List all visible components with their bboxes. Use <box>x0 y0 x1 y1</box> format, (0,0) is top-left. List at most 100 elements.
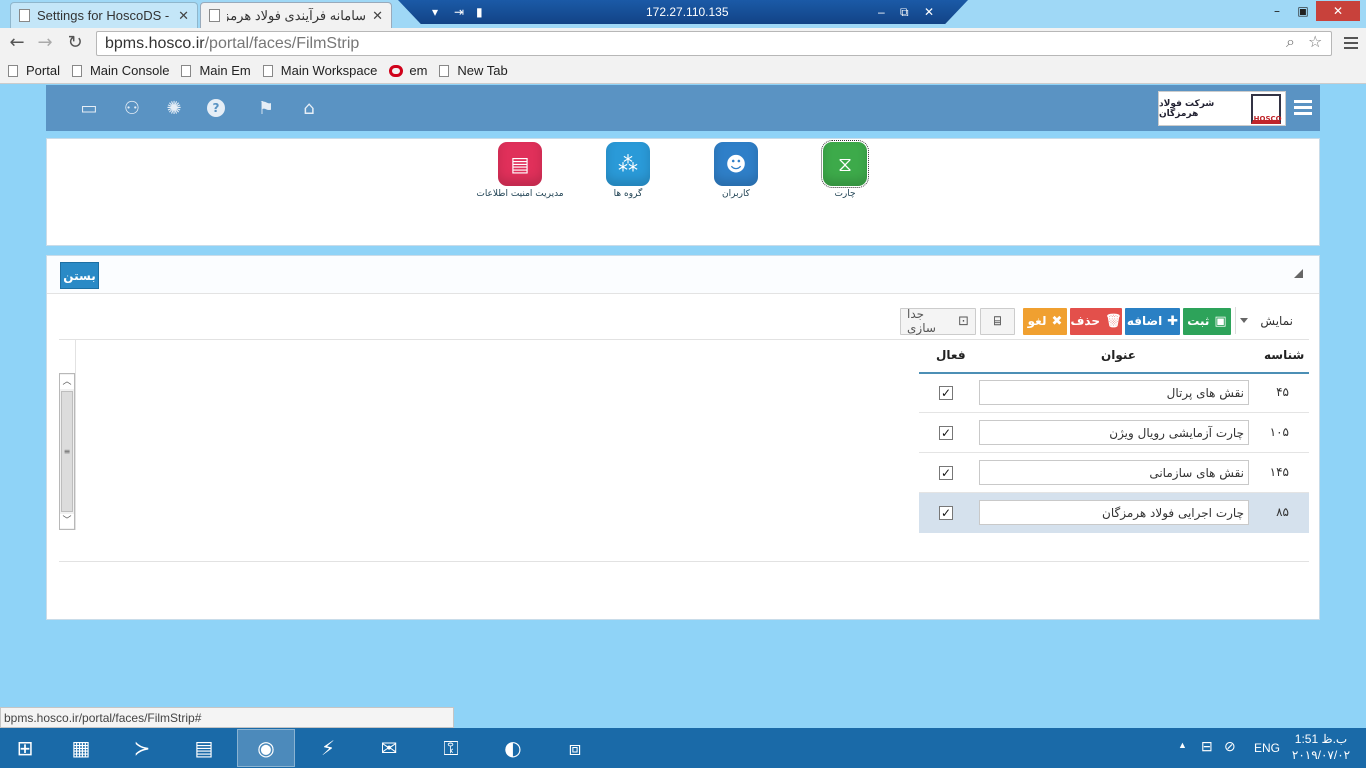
reload-icon[interactable]: ↻ <box>64 32 86 54</box>
title-input[interactable]: چارت آزمایشی رویال ویژن <box>979 420 1249 445</box>
column-header-title[interactable]: عنوان <box>1101 348 1136 362</box>
bookmark-label: em <box>409 63 428 78</box>
bookmark-main-em[interactable]: Main Em <box>181 63 251 78</box>
page-icon <box>19 9 30 22</box>
rd-restore-icon[interactable]: ⧉ <box>900 5 909 20</box>
scroll-thumb[interactable]: ≡ <box>61 391 73 512</box>
column-header-id[interactable]: شناسه <box>1264 348 1304 362</box>
oracle-app-icon[interactable]: ◐ <box>484 729 542 767</box>
org-chart-icon: ⧖ <box>821 140 869 188</box>
windows-start-icon[interactable]: ⊞ <box>0 729 50 767</box>
server-manager-icon[interactable]: ▦ <box>52 729 110 767</box>
detach-button[interactable]: جدا سازی ⊡ <box>900 307 976 335</box>
active-checkbox[interactable]: ✓ <box>939 506 953 520</box>
query-filter-button[interactable]: ⌸ <box>980 307 1015 335</box>
bookmark-label: Portal <box>26 63 60 78</box>
volume-muted-icon[interactable]: ⊘ <box>1224 738 1236 768</box>
table-row[interactable]: ✓ نقش های سازمانی ۱۴۵ <box>919 453 1309 493</box>
close-button[interactable]: بستن <box>60 262 99 289</box>
forward-icon[interactable]: → <box>34 32 56 54</box>
lock-tool-icon[interactable]: ⚿ <box>422 729 480 767</box>
scroll-up-icon[interactable]: ︿ <box>60 375 74 389</box>
app-filmstrip: ⧖ چارت ☻ کاربران ⁂ گروه ها ▤ مدیریت امنی… <box>46 138 1320 246</box>
bookmark-portal[interactable]: Portal <box>8 63 60 78</box>
settings-icon[interactable]: ✺ <box>161 95 187 121</box>
scroll-down-icon[interactable]: ﹀ <box>60 514 74 528</box>
app-label: چارت <box>834 189 856 199</box>
chrome-menu-icon[interactable] <box>1344 34 1358 52</box>
table-row[interactable]: ✓ چارت آزمایشی رویال ویژن ۱۰۵ <box>919 413 1309 453</box>
table-row[interactable]: ✓ نقش های پرتال ۴۵ <box>919 373 1309 413</box>
network-tool-icon[interactable]: ⚡ <box>299 729 357 767</box>
active-checkbox[interactable]: ✓ <box>939 386 953 400</box>
close-icon: ✖ <box>1051 313 1063 329</box>
app-groups[interactable]: ⁂ گروه ها <box>578 142 678 199</box>
active-checkbox[interactable]: ✓ <box>939 426 953 440</box>
flag-icon[interactable]: ⚑ <box>253 95 279 121</box>
detach-label: جدا سازی <box>907 307 936 335</box>
table-row-selected[interactable]: ✓ چارت اجرایی فولاد هرمزگان ۸۵ <box>919 493 1309 533</box>
vertical-scrollbar[interactable]: ︿ ≡ ﹀ <box>59 373 75 530</box>
hamburger-menu-icon[interactable] <box>1294 100 1312 118</box>
clock[interactable]: ب.ظ 1:51 ۲۰۱۹/۰۷/۰۲ <box>1290 732 1352 768</box>
app-chart[interactable]: ⧖ چارت <box>795 140 895 199</box>
company-logo[interactable]: شرکت فولاد هرمزگان HOSCO <box>1158 91 1286 126</box>
bookmark-main-console[interactable]: Main Console <box>71 63 169 78</box>
help-icon[interactable]: ? <box>203 95 229 121</box>
delete-button[interactable]: حذف 🗑 <box>1070 307 1122 335</box>
zoom-icon[interactable]: ⌕ <box>1286 32 1295 52</box>
grid-left-border <box>75 340 76 530</box>
row-id: ۴۵ <box>1276 385 1289 399</box>
file-explorer-icon[interactable]: ▤ <box>175 729 233 767</box>
bookmark-star-icon[interactable]: ☆ <box>1308 32 1322 51</box>
show-hidden-icons[interactable]: ▲ <box>1178 740 1187 768</box>
close-window-icon[interactable]: ✕ <box>1316 1 1360 21</box>
connection-icon: ⇥ <box>454 5 465 19</box>
close-tab-icon[interactable]: ✕ <box>372 8 383 24</box>
tab-settings[interactable]: Settings for HoscoDS - Ro ✕ <box>10 2 198 28</box>
bookmark-em[interactable]: em <box>389 63 427 78</box>
pin-icon[interactable]: ▾ <box>432 5 438 19</box>
keyboard-icon[interactable]: ▭ <box>76 95 102 121</box>
address-bar[interactable]: bpms.hosco.ir/portal/faces/FilmStrip <box>96 31 1332 56</box>
add-button[interactable]: اضافه ✚ <box>1125 307 1180 335</box>
tab-bpms[interactable]: سامانه فرآیندی فولاد هرمزگان ✕ <box>200 2 392 28</box>
panel-header: بستن <box>47 256 1319 294</box>
title-input[interactable]: نقش های پرتال <box>979 380 1249 405</box>
app-security[interactable]: ▤ مدیریت امنیت اطلاعات <box>470 142 570 199</box>
bookmarks-bar: Portal Main Console Main Em Main Workspa… <box>0 58 1366 84</box>
filter-icon: ⌸ <box>993 313 1002 328</box>
title-input[interactable]: نقش های سازمانی <box>979 460 1249 485</box>
title-input[interactable]: چارت اجرایی فولاد هرمزگان <box>979 500 1249 525</box>
close-tab-icon[interactable]: ✕ <box>178 8 189 24</box>
network-status-icon[interactable]: ⊟ <box>1201 738 1213 768</box>
chevron-down-icon[interactable] <box>1240 318 1248 323</box>
active-checkbox[interactable]: ✓ <box>939 466 953 480</box>
thunderbird-icon[interactable]: ✉ <box>360 729 418 767</box>
app-label: گروه ها <box>613 189 643 199</box>
view-menu[interactable]: نمایش <box>1260 314 1293 328</box>
page-icon <box>71 64 82 77</box>
column-header-active[interactable]: فعال <box>936 348 966 362</box>
bookmark-label: New Tab <box>457 63 508 78</box>
home-icon[interactable]: ⌂ <box>296 95 322 121</box>
bookmark-main-workspace[interactable]: Main Workspace <box>262 63 377 78</box>
powershell-icon[interactable]: ≻ <box>113 729 171 767</box>
oracle-icon <box>389 64 404 77</box>
users-door-icon[interactable]: ⚇ <box>119 95 145 121</box>
collapse-icon[interactable] <box>1294 269 1303 278</box>
roles-panel: بستن نمایش جدا سازی ⊡ ⌸ لغو ✖ حذف 🗑 اضافه ✚ … <box>46 255 1320 620</box>
rd-minimize-icon[interactable]: – <box>878 5 885 19</box>
rd-close-icon[interactable]: ✕ <box>924 5 934 19</box>
save-button[interactable]: ثبت ▣ <box>1183 307 1231 335</box>
network-icon[interactable]: ⧈ <box>546 729 604 767</box>
back-icon[interactable]: ← <box>6 32 28 54</box>
maximize-icon[interactable]: ▣ <box>1290 1 1316 21</box>
minimize-icon[interactable]: – <box>1264 1 1290 21</box>
cancel-button[interactable]: لغو ✖ <box>1023 307 1067 335</box>
app-users[interactable]: ☻ کاربران <box>686 142 786 199</box>
bookmark-new-tab[interactable]: New Tab <box>439 63 508 78</box>
chrome-icon[interactable]: ◉ <box>237 729 295 767</box>
status-url: bpms.hosco.ir/portal/faces/FilmStrip# <box>0 707 454 728</box>
language-indicator[interactable]: ENG <box>1254 741 1280 768</box>
